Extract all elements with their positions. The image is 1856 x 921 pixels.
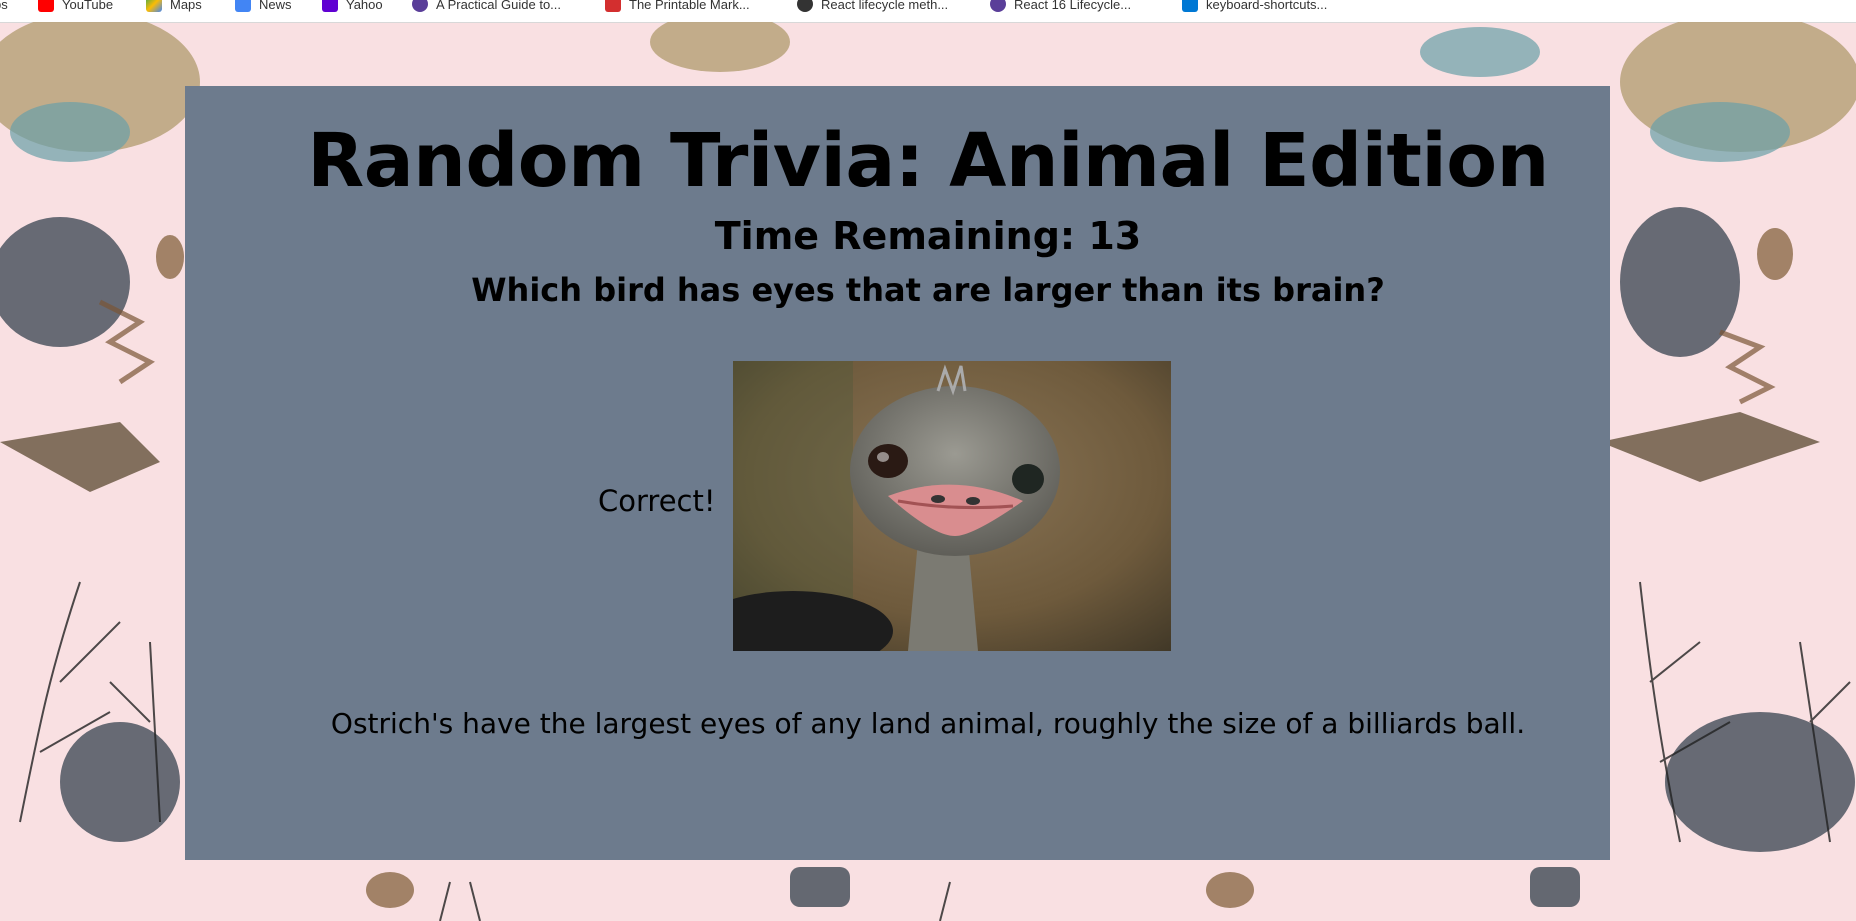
bookmark-keyboard-shortcuts[interactable]: keyboard-shortcuts... [1182,0,1327,14]
bookmark-label: A Practical Guide to... [436,0,562,12]
question-text: Which bird has eyes that are larger than… [471,271,1385,309]
bookmark-label: The Printable Mark... [629,0,750,12]
printable-icon [605,0,621,12]
page-title: Random Trivia: Animal Edition [307,118,1549,204]
bookmark-label: Maps [170,0,202,12]
bookmark-label: React lifecycle meth... [821,0,949,12]
yahoo-icon [322,0,338,12]
bookmark-yahoo[interactable]: Yahoo [322,0,383,14]
time-remaining: Time Remaining: 13 [714,214,1142,258]
bookmark-label: React 16 Lifecycle... [1014,0,1132,12]
bookmark-apps[interactable]: ps [0,0,8,14]
bookmark-label: News [259,0,292,12]
news-icon [235,0,251,12]
dev-icon [412,0,428,12]
bookmark-youtube[interactable]: YouTube [38,0,113,14]
react-icon [797,0,813,12]
bookmark-news[interactable]: News [235,0,292,14]
maps-icon [146,0,162,12]
ostrich-photo [733,361,1171,651]
answer-result: Correct! [598,484,716,518]
fun-fact: Ostrich's have the largest eyes of any l… [330,707,1526,740]
bookmark-practical-guide[interactable]: A Practical Guide to... [412,0,561,14]
bookmarks-bar: ps YouTube Maps News Yahoo A Practical G… [0,0,1856,23]
youtube-icon [38,0,54,12]
bookmark-label: keyboard-shortcuts... [1206,0,1328,12]
bookmark-label: ps [0,0,8,12]
bookmark-maps[interactable]: Maps [146,0,202,14]
bookmark-label: YouTube [62,0,114,12]
vscode-icon [1182,0,1198,12]
bookmark-react-lifecycle[interactable]: React lifecycle meth... [797,0,948,14]
bookmark-label: Yahoo [346,0,383,12]
bookmark-printable[interactable]: The Printable Mark... [605,0,750,14]
dev-icon [990,0,1006,12]
bookmark-react16[interactable]: React 16 Lifecycle... [990,0,1131,14]
